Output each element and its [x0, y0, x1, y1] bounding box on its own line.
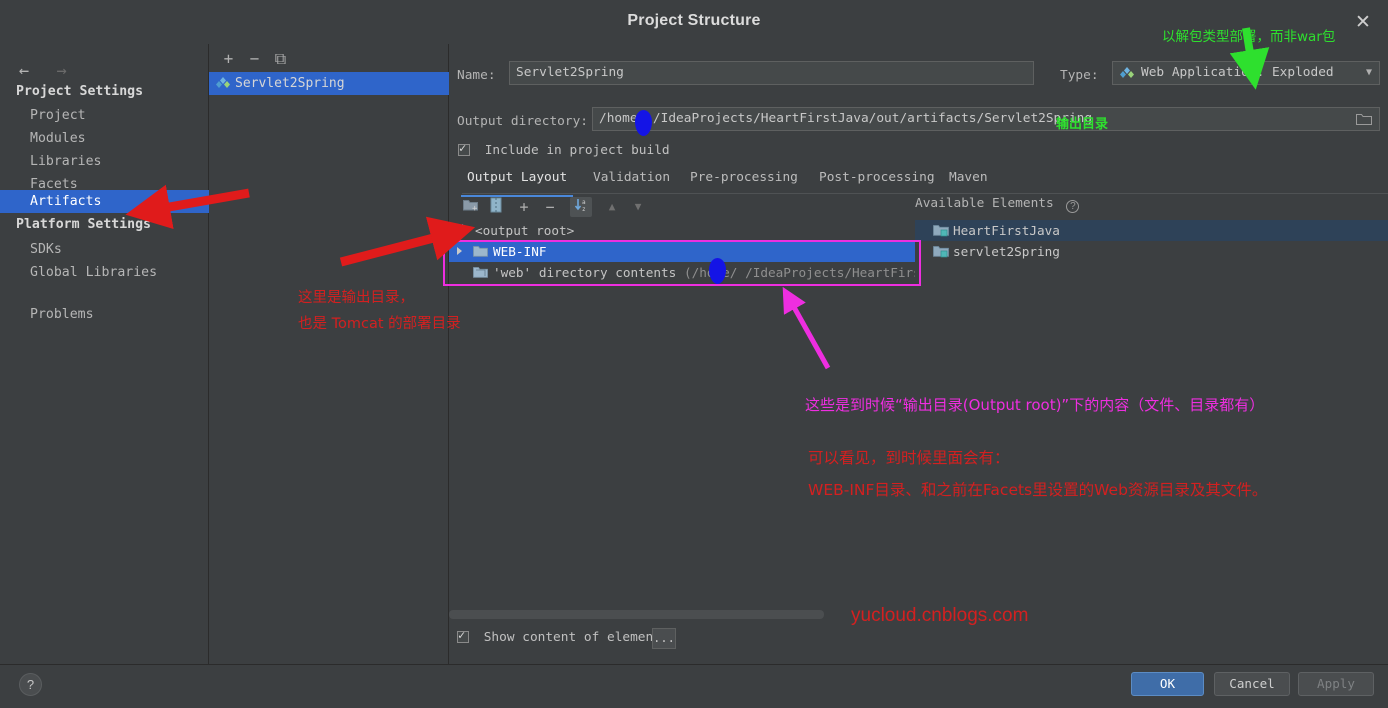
move-up-button: ▲: [608, 200, 616, 213]
output-root-icon: [456, 224, 469, 234]
editor-tabs: Output Layout Validation Pre-processing …: [460, 170, 1388, 197]
sidebar-item-problems[interactable]: Problems: [0, 303, 209, 326]
module-icon: [933, 225, 949, 237]
add-artifact-button[interactable]: +: [219, 49, 238, 68]
output-directory-label: Output directory:: [457, 114, 588, 129]
project-structure-dialog: Project Structure ✕ ← → Project Settings…: [0, 0, 1388, 708]
create-archive-button[interactable]: [485, 197, 507, 217]
archive-icon: [490, 197, 502, 213]
show-content-of-elements-checkbox[interactable]: Show content of elements: [457, 628, 669, 645]
tab-output-layout[interactable]: Output Layout: [460, 170, 574, 197]
show-content-options-button[interactable]: ...: [652, 628, 676, 649]
remove-element-button[interactable]: −: [539, 197, 561, 217]
name-label: Name:: [457, 68, 496, 83]
sort-az-icon: a z: [574, 199, 586, 213]
settings-sidebar: ← → Project Settings Project Modules Lib…: [0, 44, 209, 664]
available-element-label: HeartFirstJava: [953, 223, 1060, 238]
output-layout-toolbar: + + − a z ▲ ▼: [457, 195, 927, 219]
apply-button[interactable]: Apply: [1298, 672, 1374, 696]
module-icon: [933, 246, 949, 258]
checkbox-box: [458, 141, 470, 156]
sidebar-item-global-libraries[interactable]: Global Libraries: [0, 261, 209, 284]
artifacts-toolbar: + − ⧉: [209, 44, 449, 72]
close-icon[interactable]: ✕: [1352, 12, 1374, 34]
copy-artifact-button[interactable]: ⧉: [271, 49, 290, 68]
artifact-editor-panel: Name: Servlet2Spring Type: Web Applicati…: [449, 44, 1388, 664]
svg-text:a: a: [582, 199, 586, 206]
svg-text:+: +: [472, 204, 478, 212]
available-elements-list: HeartFirstJava servlet2Spring: [915, 220, 1388, 266]
available-element-heartfirstjava[interactable]: HeartFirstJava: [915, 220, 1388, 241]
include-in-project-build-checkbox[interactable]: Include in project build: [458, 141, 670, 158]
include-in-project-build-label: Include in project build: [484, 143, 670, 158]
tab-pre-processing[interactable]: Pre-processing: [690, 170, 798, 194]
sidebar-group-platform-settings: Platform Settings: [16, 217, 151, 232]
artifact-list-item-label: Servlet2Spring: [235, 76, 345, 91]
artifact-type-combo[interactable]: Web Application: Exploded ▼: [1112, 61, 1380, 85]
artifact-list-item-servlet2spring[interactable]: Servlet2Spring: [209, 72, 449, 95]
tree-hscrollbar-thumb[interactable]: [449, 610, 824, 619]
ok-button[interactable]: OK: [1131, 672, 1204, 696]
tabs-separator: [462, 193, 1388, 194]
sort-elements-button[interactable]: a z: [570, 197, 592, 217]
available-element-label: servlet2Spring: [953, 244, 1060, 259]
expand-triangle-icon[interactable]: [457, 247, 462, 255]
output-directory-value: /home/ /IdeaProjects/HeartFirstJava/out/…: [599, 111, 1093, 126]
help-icon[interactable]: ?: [1066, 200, 1080, 213]
remove-artifact-button[interactable]: −: [245, 49, 264, 68]
type-label: Type:: [1060, 68, 1099, 83]
sidebar-item-sdks[interactable]: SDKs: [0, 238, 209, 261]
move-down-button: ▼: [634, 200, 642, 213]
tab-validation[interactable]: Validation: [593, 170, 670, 194]
tree-row-output-root[interactable]: <output root>: [449, 220, 915, 241]
chevron-down-icon: ▼: [1365, 67, 1372, 78]
create-directory-button[interactable]: +: [460, 197, 482, 217]
artifact-name-input[interactable]: Servlet2Spring: [509, 61, 1034, 85]
tree-row-web-directory-contents-path: (/home/ /IdeaProjects/HeartFirstJava: [683, 265, 915, 280]
output-directory-input[interactable]: /home/ /IdeaProjects/HeartFirstJava/out/…: [592, 107, 1380, 131]
folder-plus-icon: +: [463, 200, 478, 214]
nav-arrows: ← →: [10, 61, 76, 81]
checkbox-box: [457, 628, 469, 643]
sidebar-item-libraries[interactable]: Libraries: [0, 150, 209, 173]
artifact-type-value: Web Application: Exploded: [1141, 65, 1334, 80]
sidebar-group-project-settings: Project Settings: [16, 84, 144, 99]
available-element-servlet2spring[interactable]: servlet2Spring: [915, 241, 1388, 262]
sidebar-item-artifacts[interactable]: Artifacts: [0, 190, 209, 213]
add-copy-of-button[interactable]: +: [513, 197, 535, 217]
help-button[interactable]: ?: [19, 673, 42, 696]
forward-arrow-icon: →: [56, 61, 67, 81]
available-elements-title: Available Elements: [915, 196, 1054, 211]
tree-row-web-inf-label: WEB-INF: [493, 244, 547, 259]
tree-row-web-directory-contents[interactable]: 'web' directory contents (/home/ /IdeaPr…: [449, 262, 915, 283]
available-elements-header: Available Elements ?: [915, 196, 1080, 213]
sidebar-item-project[interactable]: Project: [0, 104, 209, 127]
page-title: Project Structure: [627, 12, 761, 29]
back-arrow-icon[interactable]: ←: [10, 61, 38, 81]
folder-icon: [473, 246, 488, 257]
folder-copy-icon: [473, 267, 488, 278]
artifact-icon: [216, 77, 230, 88]
show-content-of-elements-label: Show content of elements: [483, 630, 669, 645]
svg-text:z: z: [582, 206, 586, 212]
tab-maven[interactable]: Maven: [949, 170, 988, 194]
output-layout-tree: <output root> WEB-INF 'web' directory co…: [449, 220, 915, 284]
title-bar: Project Structure ✕: [0, 0, 1388, 44]
tree-row-output-root-label: <output root>: [475, 223, 575, 238]
artifacts-list-panel: + − ⧉ Servlet2Spring: [209, 44, 449, 664]
sidebar-item-modules[interactable]: Modules: [0, 127, 209, 150]
cancel-button[interactable]: Cancel: [1214, 672, 1290, 696]
web-application-icon: [1120, 67, 1134, 78]
tree-row-web-inf[interactable]: WEB-INF: [449, 241, 915, 262]
tab-post-processing[interactable]: Post-processing: [819, 170, 935, 194]
tree-row-web-directory-contents-label: 'web' directory contents: [493, 265, 677, 280]
